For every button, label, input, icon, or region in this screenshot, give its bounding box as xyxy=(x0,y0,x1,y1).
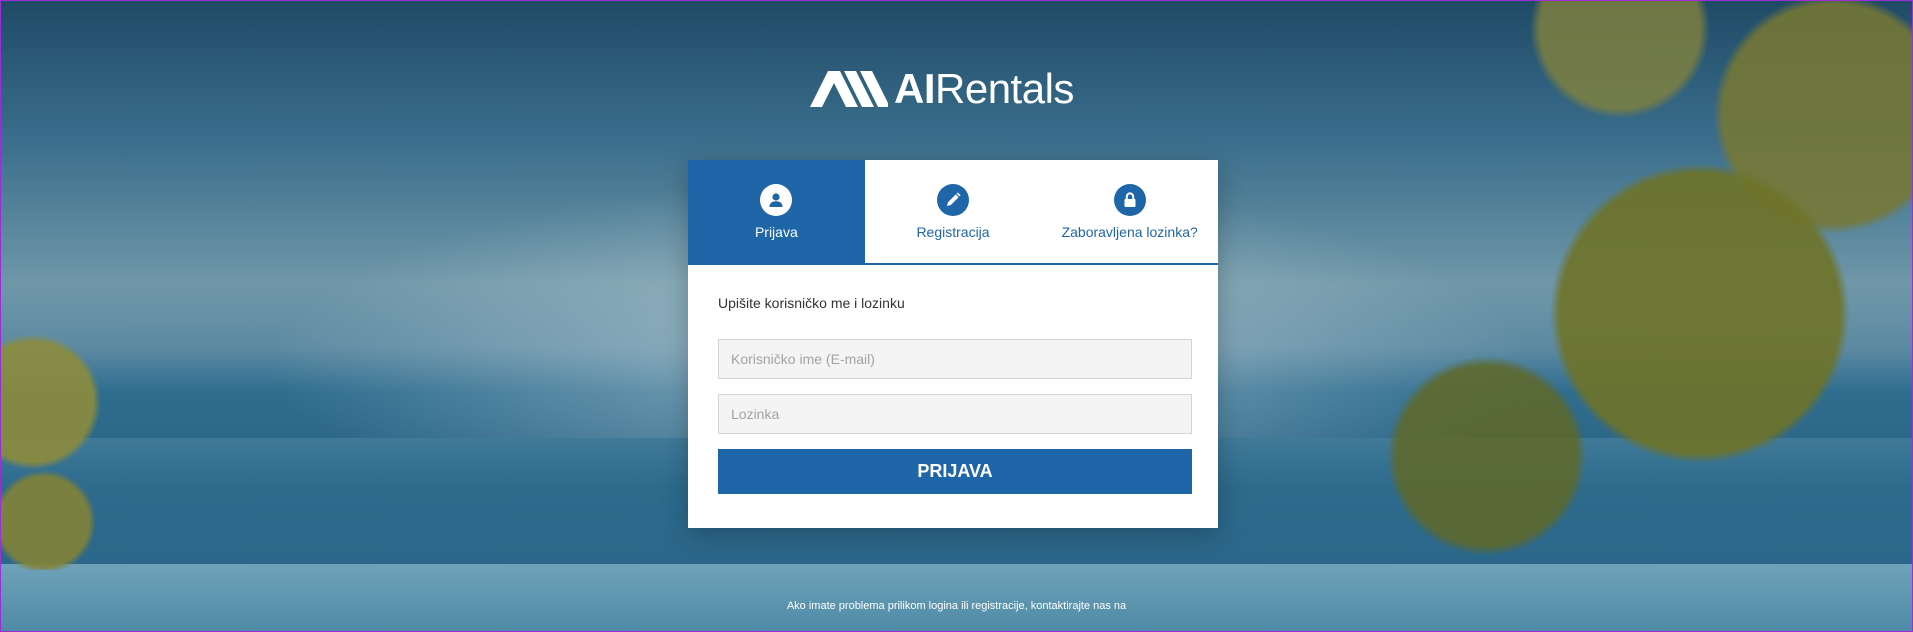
brand-logo: AIRentals xyxy=(810,68,1110,110)
tab-register[interactable]: Registracija xyxy=(865,160,1042,263)
auth-tabs: Prijava Registracija Zaboravljena lozink… xyxy=(688,160,1218,265)
background-tree-right xyxy=(1380,0,1913,570)
logo-mark-icon xyxy=(810,71,888,107)
user-icon xyxy=(760,184,793,216)
tab-login[interactable]: Prijava xyxy=(688,160,865,263)
tab-register-label: Registracija xyxy=(916,224,990,240)
login-form: Upišite korisničko me i lozinku PRIJAVA xyxy=(688,265,1218,494)
brand-name: AIRentals xyxy=(894,68,1074,110)
login-card: Prijava Registracija Zaboravljena lozink… xyxy=(688,160,1218,528)
background-tree-left xyxy=(0,330,110,570)
lock-icon xyxy=(1113,184,1146,216)
brand-name-bold: AI xyxy=(894,65,936,112)
password-input[interactable] xyxy=(718,394,1192,434)
background-pool xyxy=(0,564,1913,632)
username-input[interactable] xyxy=(718,339,1192,379)
login-button[interactable]: PRIJAVA xyxy=(718,449,1192,494)
tab-forgot-password-label: Zaboravljena lozinka? xyxy=(1061,224,1198,240)
pencil-icon xyxy=(937,184,969,216)
form-instruction: Upišite korisničko me i lozinku xyxy=(718,295,905,311)
brand-name-light: Rentals xyxy=(935,65,1074,112)
tab-forgot-password[interactable]: Zaboravljena lozinka? xyxy=(1041,160,1218,263)
footer-help-text: Ako imate problema prilikom logina ili r… xyxy=(786,600,1127,612)
tab-login-label: Prijava xyxy=(754,224,798,240)
